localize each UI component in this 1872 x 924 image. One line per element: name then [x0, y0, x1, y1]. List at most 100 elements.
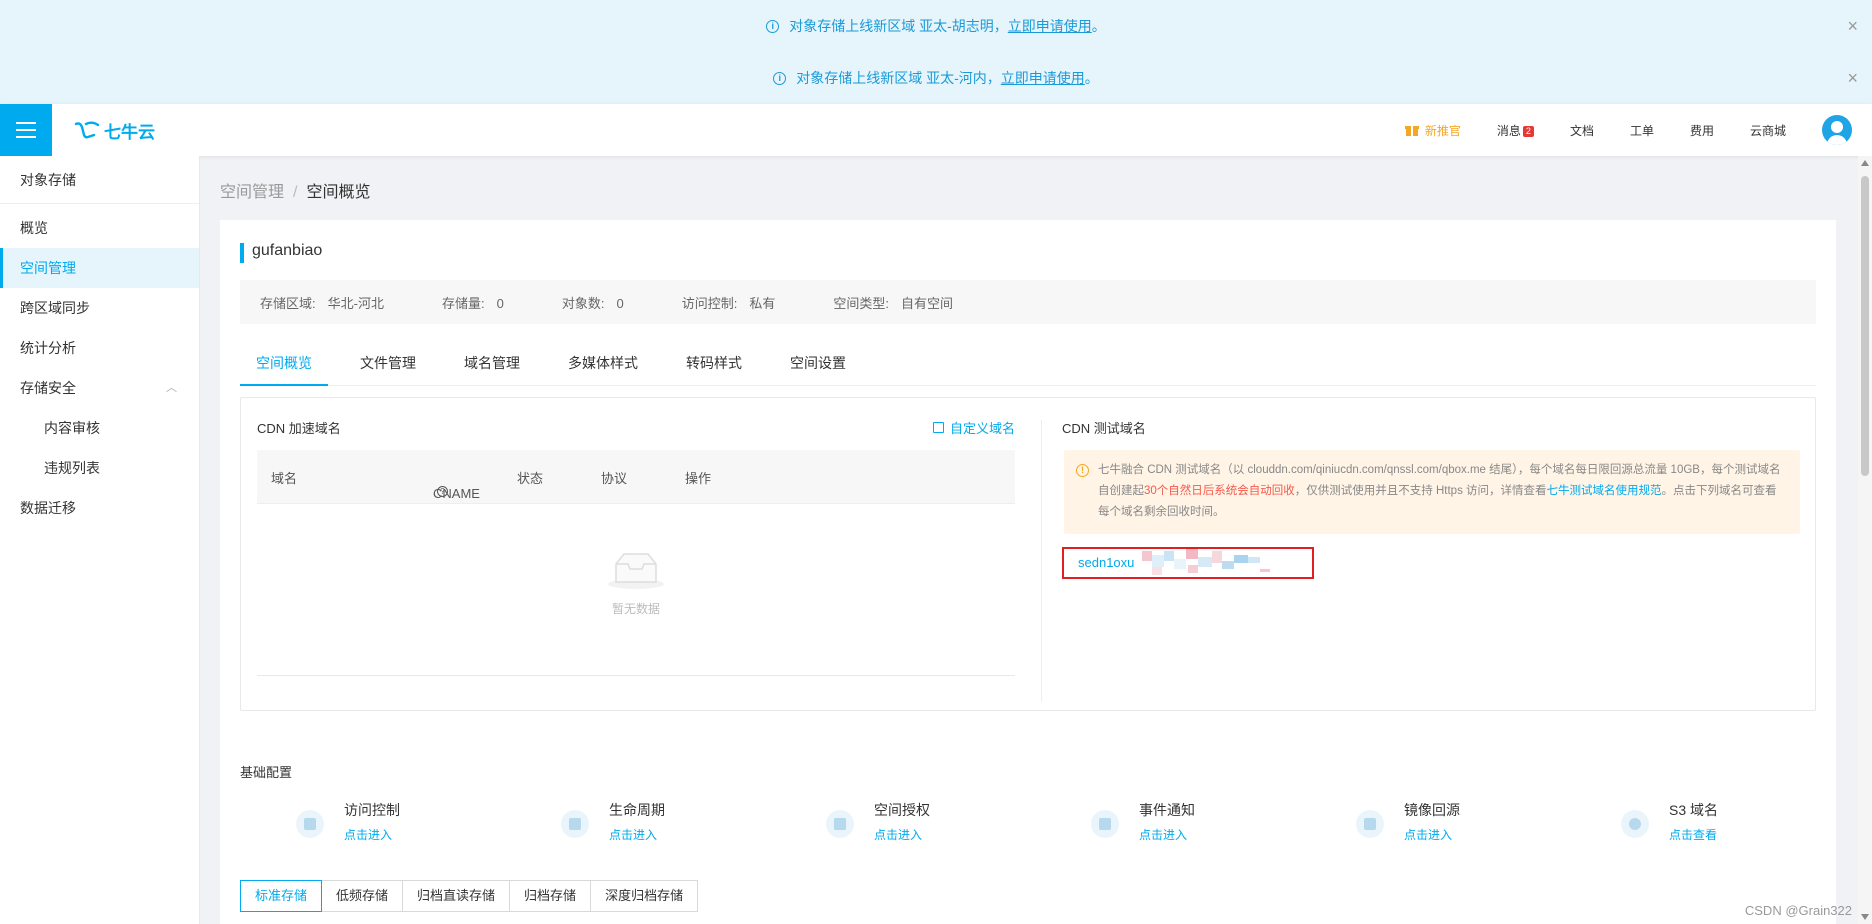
feature-s3-domain[interactable]: S3 域名 点击查看: [1621, 800, 1851, 850]
tab-overview[interactable]: 空间概览: [240, 344, 328, 386]
info-icon: i: [766, 19, 780, 33]
notice-suffix: 。: [1091, 18, 1106, 34]
tab-file-management[interactable]: 文件管理: [344, 344, 432, 386]
page-scrollbar[interactable]: [1858, 156, 1872, 924]
apply-link[interactable]: 立即申请使用: [1001, 68, 1085, 88]
sidebar: 对象存储 概览 空间管理 跨区域同步 统计分析 存储安全 ︿ 内容审核 违规列表…: [0, 156, 200, 924]
sidebar-item-statistics[interactable]: 统计分析: [0, 328, 199, 368]
feature-link[interactable]: 点击查看: [1669, 826, 1717, 843]
feature-title: 访问控制: [344, 802, 400, 818]
test-domain-rules-link[interactable]: 七牛测试域名使用规范: [1547, 485, 1662, 497]
feature-authorization[interactable]: 空间授权 点击进入: [826, 800, 1056, 850]
basic-config-title: 基础配置: [240, 765, 293, 780]
close-icon[interactable]: ×: [1847, 16, 1858, 37]
feature-link[interactable]: 点击进入: [609, 826, 657, 843]
stat-type: 空间类型: 自有空间: [833, 293, 953, 312]
stat-label: 存储量:: [441, 295, 485, 311]
breadcrumb: 空间管理 / 空间概览: [220, 178, 370, 202]
storage-class-tabs: 标准存储 低频存储 归档直读存储 归档存储 深度归档存储: [240, 880, 699, 912]
empty-state: 暂无数据: [257, 548, 1015, 617]
cdn-section: CDN 加速域名 自定义域名 域名 CNAME? 状态 协议 操作 暂无数据 C…: [240, 397, 1816, 711]
mirror-icon: [1356, 810, 1384, 838]
breadcrumb-separator: /: [293, 184, 298, 201]
cdn-domains: CDN 加速域名 自定义域名 域名 CNAME? 状态 协议 操作 暂无数据: [241, 398, 1041, 712]
feature-lifecycle[interactable]: 生命周期 点击进入: [561, 800, 791, 850]
stat-value: 私有: [749, 295, 776, 311]
docs-link[interactable]: 文档: [1570, 122, 1594, 139]
stat-access: 访问控制: 私有: [682, 293, 776, 312]
cdn-test-title: CDN 测试域名: [1062, 421, 1146, 436]
stat-label: 空间类型:: [833, 295, 889, 311]
warning-text: ，仅供测试使用并且不支持 Https 访问，详情查看: [1294, 485, 1547, 497]
feature-title: 空间授权: [874, 802, 930, 818]
scrollbar-thumb[interactable]: [1861, 176, 1869, 476]
messages-link[interactable]: 消息 2: [1497, 122, 1534, 139]
feature-event-notification[interactable]: 事件通知 点击进入: [1091, 800, 1321, 850]
breadcrumb-parent[interactable]: 空间管理: [220, 184, 284, 201]
stat-label: 存储区域:: [260, 295, 316, 311]
storage-tab-standard[interactable]: 标准存储: [240, 880, 323, 912]
test-domain-link[interactable]: sedn1oxu: [1062, 547, 1314, 579]
tab-transcode-styles[interactable]: 转码样式: [670, 344, 758, 386]
feature-title: 生命周期: [609, 802, 665, 818]
column-protocol: 协议: [601, 471, 628, 486]
bucket-stats: 存储区域: 华北-河北 存储量: 0 对象数: 0 访问控制: 私有 空间类型: 自有空间: [240, 280, 1816, 324]
storage-tab-archive-ir[interactable]: 归档直读存储: [402, 880, 511, 912]
stat-label: 对象数:: [561, 295, 605, 311]
close-icon[interactable]: ×: [1847, 68, 1858, 89]
feature-link[interactable]: 点击进入: [874, 826, 922, 843]
stat-value: 华北-河北: [327, 295, 384, 311]
warning-icon: !: [1076, 464, 1089, 477]
tickets-link[interactable]: 工单: [1630, 122, 1654, 139]
storage-tab-archive[interactable]: 归档存储: [509, 880, 592, 912]
sidebar-item-overview[interactable]: 概览: [0, 208, 199, 248]
notice-bar-2: i 对象存储上线新区域 亚太-河内， 立即申请使用 。 ×: [0, 52, 1872, 104]
tab-media-styles[interactable]: 多媒体样式: [552, 344, 654, 386]
sidebar-item-content-review[interactable]: 内容审核: [0, 408, 199, 448]
top-header: 七牛云 新推官 消息 2 文档 工单 费用 云商城: [0, 104, 1872, 156]
question-icon[interactable]: ?: [437, 486, 448, 497]
feature-title: 镜像回源: [1404, 802, 1460, 818]
stat-objects: 对象数: 0: [562, 293, 624, 312]
hamburger-menu-button[interactable]: [0, 104, 52, 156]
market-link[interactable]: 云商城: [1750, 122, 1786, 139]
column-actions: 操作: [685, 471, 712, 486]
column-status: 状态: [517, 471, 544, 486]
feature-access-control[interactable]: 访问控制 点击进入: [296, 800, 526, 850]
chevron-up-icon: ︿: [166, 382, 177, 394]
billing-link[interactable]: 费用: [1690, 122, 1714, 139]
sidebar-item-bucket-management[interactable]: 空间管理: [0, 248, 199, 288]
empty-box-icon: [608, 553, 664, 589]
scroll-up-icon[interactable]: [1861, 160, 1869, 166]
warning-highlight: 30个自然日后系统会自动回收: [1144, 485, 1295, 497]
sidebar-item-violation-list[interactable]: 违规列表: [0, 448, 199, 488]
feature-link[interactable]: 点击进入: [344, 826, 392, 843]
avatar[interactable]: [1822, 115, 1852, 145]
tab-settings[interactable]: 空间设置: [774, 344, 862, 386]
feature-link[interactable]: 点击进入: [1404, 826, 1452, 843]
test-domain-text: sedn1oxu: [1078, 555, 1135, 570]
cdn-test-domains: CDN 测试域名 ! 七牛融合 CDN 测试域名（以 clouddn.com/q…: [1042, 398, 1817, 712]
sidebar-item-storage-security[interactable]: 存储安全 ︿: [0, 368, 199, 408]
logo-text: 七牛云: [104, 122, 155, 142]
edit-icon: [932, 422, 944, 433]
sidebar-item-cross-region-sync[interactable]: 跨区域同步: [0, 288, 199, 328]
notice-text: 对象存储上线新区域 亚太-胡志明，: [789, 18, 1008, 34]
tab-domain-management[interactable]: 域名管理: [448, 344, 536, 386]
globe-icon: [1621, 810, 1649, 838]
feature-mirror-source[interactable]: 镜像回源 点击进入: [1356, 800, 1586, 850]
bucket-panel: gufanbiao 存储区域: 华北-河北 存储量: 0 对象数: 0 访问控制: 私有…: [220, 220, 1836, 924]
scroll-down-icon[interactable]: [1861, 914, 1869, 920]
messages-label: 消息: [1496, 123, 1521, 138]
column-domain: 域名: [271, 471, 298, 486]
new-user-link[interactable]: 新推官: [1404, 122, 1461, 139]
storage-tab-infrequent[interactable]: 低频存储: [321, 880, 404, 912]
custom-domain-link[interactable]: 自定义域名: [932, 418, 1015, 437]
stat-value: 0: [496, 295, 504, 311]
storage-tab-deep-archive[interactable]: 深度归档存储: [590, 880, 699, 912]
sidebar-item-data-migration[interactable]: 数据迁移: [0, 488, 199, 528]
logo[interactable]: 七牛云: [74, 118, 155, 143]
feature-link[interactable]: 点击进入: [1139, 826, 1187, 843]
cdn-domains-title: CDN 加速域名: [257, 421, 341, 436]
apply-link[interactable]: 立即申请使用: [1008, 16, 1092, 36]
